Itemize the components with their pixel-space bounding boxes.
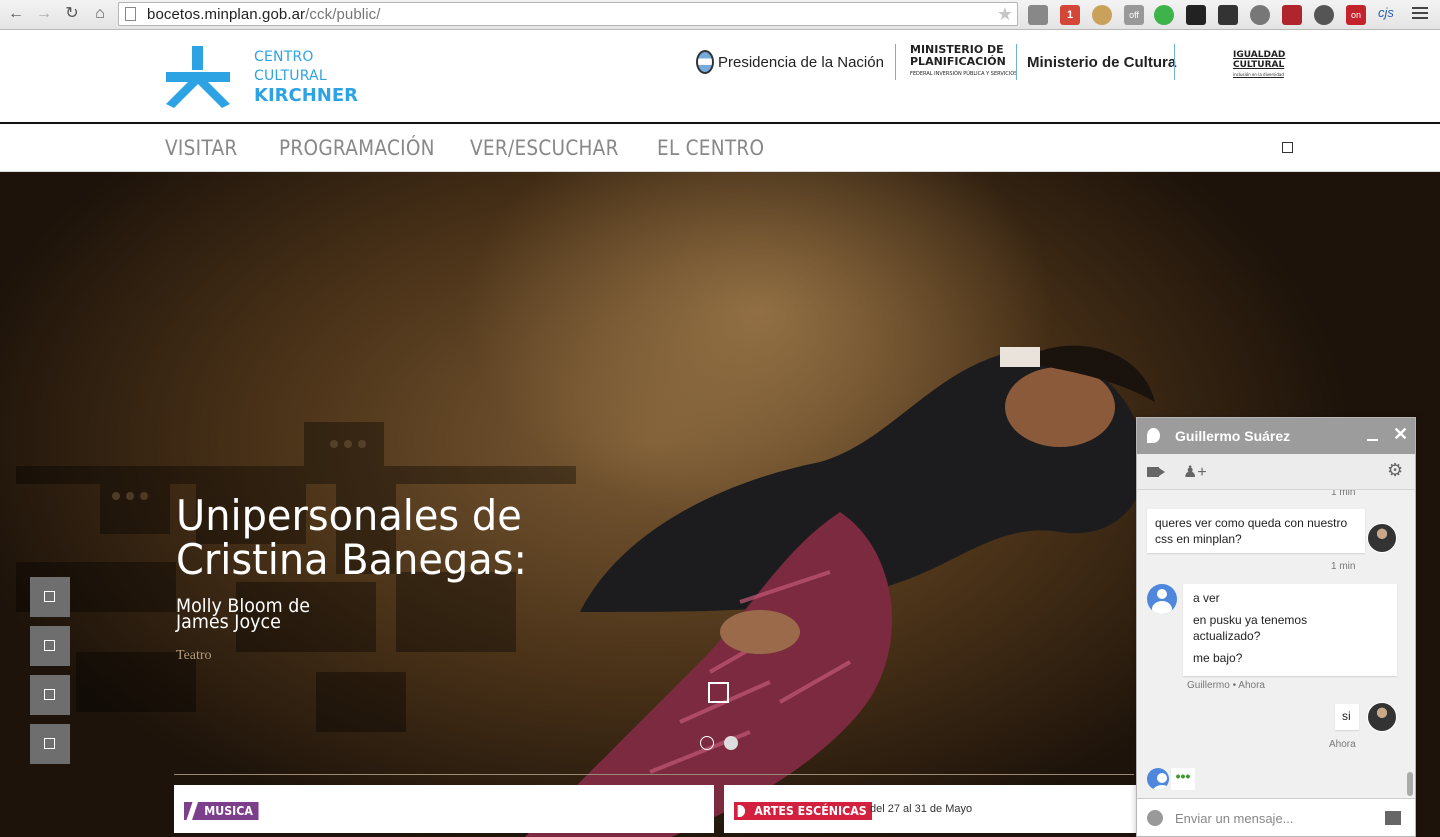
timestamp: 1 min bbox=[1331, 561, 1356, 572]
url-text: bocetos.minplan.gob.ar/cck/public/ bbox=[147, 6, 381, 23]
chat-input-bar: Enviar un mensaje... bbox=[1137, 798, 1415, 836]
chat-toolbar: ♟+ ⚙ bbox=[1137, 454, 1415, 490]
page-icon bbox=[125, 7, 136, 21]
terminal-ext-icon[interactable] bbox=[1218, 5, 1238, 25]
scrollbar[interactable] bbox=[1407, 772, 1413, 796]
hangouts-icon bbox=[1147, 428, 1160, 443]
side-button-2[interactable] bbox=[30, 626, 70, 666]
browser-toolbar: ← → ↻ ⌂ bocetos.minplan.gob.ar/cck/publi… bbox=[0, 0, 1440, 30]
category-tag: ARTES ESCÉNICAS bbox=[734, 802, 873, 820]
on-ext-icon[interactable]: on bbox=[1346, 5, 1366, 25]
avatar bbox=[1147, 584, 1177, 614]
site-header: CENTRO CULTURAL KIRCHNER Presidencia de … bbox=[0, 30, 1440, 122]
hero-subtitle: Molly Bloom de James Joyce bbox=[176, 595, 311, 633]
timestamp: 1 min bbox=[1331, 490, 1356, 498]
avatar bbox=[1367, 523, 1397, 553]
off-ext-icon[interactable]: off bbox=[1124, 5, 1144, 25]
ninja-ext-icon[interactable] bbox=[1186, 5, 1206, 25]
forward-icon[interactable]: → bbox=[34, 4, 54, 24]
eyedropper-ext-icon[interactable] bbox=[1028, 5, 1048, 25]
message-outgoing: si bbox=[1335, 704, 1359, 730]
message-meta: Guillermo • Ahora bbox=[1187, 680, 1265, 691]
hangouts-ext-icon[interactable] bbox=[1154, 5, 1174, 25]
main-nav: VISITAR PROGRAMACIÓN VER/ESCUCHAR EL CEN… bbox=[0, 122, 1440, 172]
emoji-icon[interactable] bbox=[1147, 810, 1163, 826]
sync-ext-icon[interactable] bbox=[1314, 5, 1334, 25]
side-button-3[interactable] bbox=[30, 675, 70, 715]
globe-ext-icon[interactable] bbox=[1250, 5, 1270, 25]
address-bar[interactable]: bocetos.minplan.gob.ar/cck/public/ ★ bbox=[118, 2, 1018, 26]
event-card-musica[interactable]: MUSICA bbox=[174, 785, 714, 833]
divider bbox=[1174, 44, 1175, 80]
side-button-1[interactable] bbox=[30, 577, 70, 617]
divider-line bbox=[174, 774, 1134, 775]
divider bbox=[1016, 44, 1017, 80]
nav-el-centro[interactable]: EL CENTRO bbox=[657, 136, 764, 160]
add-person-icon[interactable]: ♟+ bbox=[1183, 462, 1207, 482]
hero-title[interactable]: Unipersonales de Cristina Banegas: bbox=[176, 494, 527, 582]
chat-header[interactable]: Guillermo Suárez ✕ bbox=[1137, 418, 1415, 454]
bookmark-star-icon[interactable]: ★ bbox=[997, 4, 1013, 25]
close-icon[interactable]: ✕ bbox=[1393, 424, 1408, 445]
browser-menu-icon[interactable] bbox=[1412, 7, 1428, 21]
gmail-ext-icon[interactable]: 1 bbox=[1060, 5, 1080, 25]
hero-category: Teatro bbox=[176, 648, 212, 663]
minimize-icon[interactable] bbox=[1367, 439, 1378, 441]
message-incoming: a ver en pusku ya tenemos actualizado? m… bbox=[1183, 584, 1397, 676]
reload-icon[interactable]: ↻ bbox=[62, 4, 82, 24]
hangouts-chat-window: Guillermo Suárez ✕ ♟+ ⚙ 1 min queres ver… bbox=[1136, 417, 1416, 837]
event-card-artes[interactable]: ARTES ESCÉNICAS del 27 al 31 de Mayo bbox=[724, 785, 1136, 833]
category-tag: MUSICA bbox=[184, 802, 259, 820]
ublock-ext-icon[interactable] bbox=[1282, 5, 1302, 25]
igualdad-logo[interactable]: IGUALDAD CULTURAL inclusión en la divers… bbox=[1233, 50, 1285, 86]
cookie-ext-icon[interactable] bbox=[1092, 5, 1112, 25]
cck-logo-icon[interactable] bbox=[166, 46, 230, 108]
image-icon[interactable] bbox=[1385, 811, 1401, 825]
avatar bbox=[1147, 768, 1169, 790]
nav-programacion[interactable]: PROGRAMACIÓN bbox=[279, 136, 435, 160]
message-meta: Ahora bbox=[1329, 739, 1356, 750]
minplan-logo[interactable]: MINISTERIO DE PLANIFICACIÓN FEDERAL INVE… bbox=[910, 44, 1017, 80]
presidencia-logo[interactable]: Presidencia de la Nación bbox=[696, 44, 884, 80]
cck-logo-text[interactable]: CENTRO CULTURAL KIRCHNER bbox=[254, 48, 358, 105]
side-button-4[interactable] bbox=[30, 724, 70, 764]
home-icon[interactable]: ⌂ bbox=[90, 4, 110, 24]
gear-icon[interactable]: ⚙ bbox=[1387, 460, 1403, 481]
message-input[interactable]: Enviar un mensaje... bbox=[1175, 811, 1294, 826]
slider-dot-2[interactable] bbox=[724, 736, 738, 750]
play-icon[interactable] bbox=[708, 682, 729, 703]
typing-indicator: ••• bbox=[1171, 768, 1195, 790]
message-outgoing: queres ver como queda con nuestro css en… bbox=[1147, 509, 1365, 553]
event-date: del 27 al 31 de Mayo bbox=[870, 803, 973, 815]
divider bbox=[895, 44, 896, 80]
back-icon[interactable]: ← bbox=[6, 4, 26, 24]
cultura-logo[interactable]: Ministerio de Cultura bbox=[1027, 44, 1176, 80]
slider-dot-1[interactable] bbox=[700, 736, 714, 750]
search-toggle-icon[interactable] bbox=[1282, 142, 1293, 153]
video-call-icon[interactable] bbox=[1147, 467, 1165, 477]
argentina-shield-icon bbox=[696, 50, 714, 74]
avatar bbox=[1367, 702, 1397, 732]
chat-contact-name: Guillermo Suárez bbox=[1175, 428, 1291, 444]
profile-label[interactable]: cjs bbox=[1378, 5, 1394, 20]
nav-visitar[interactable]: VISITAR bbox=[165, 136, 237, 160]
nav-ver-escuchar[interactable]: VER/ESCUCHAR bbox=[470, 136, 619, 160]
message-list[interactable]: 1 min queres ver como queda con nuestro … bbox=[1137, 490, 1415, 798]
